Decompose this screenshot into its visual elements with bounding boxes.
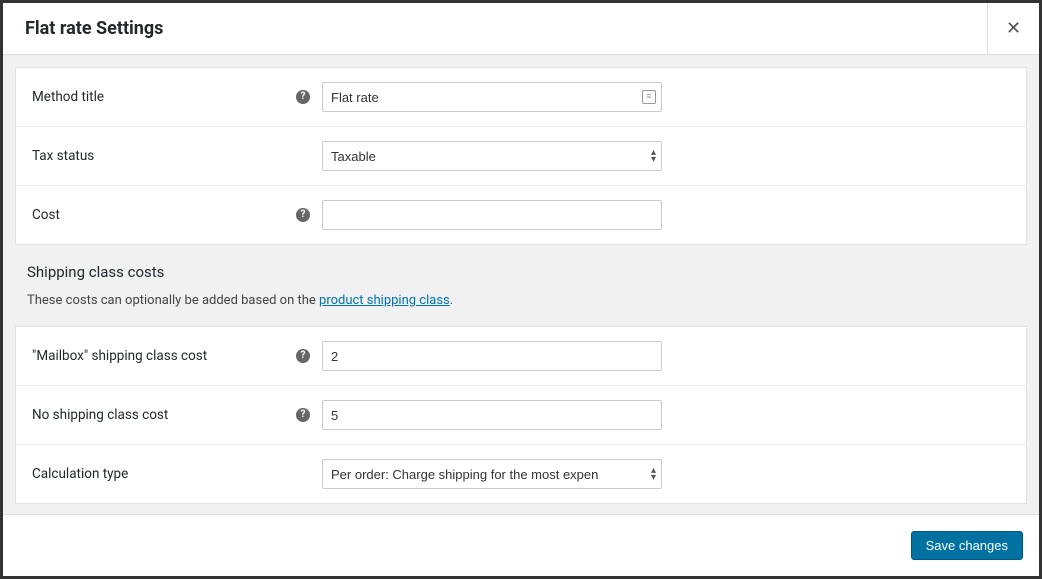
section-description: These costs can optionally be added base… (27, 293, 1015, 308)
cost-input[interactable] (322, 200, 662, 230)
section-title: Shipping class costs (27, 263, 1015, 281)
input-col (322, 341, 662, 371)
help-icon[interactable]: ? (296, 408, 310, 422)
mailbox-cost-input[interactable] (322, 341, 662, 371)
label-col: Cost ? (32, 207, 322, 223)
label-col: Tax status (32, 148, 322, 164)
close-icon: ✕ (1006, 18, 1021, 39)
product-shipping-class-link[interactable]: product shipping class (319, 293, 450, 308)
general-settings-panel: Method title ? ≡ Tax status Taxable (15, 67, 1027, 245)
help-icon[interactable]: ? (296, 208, 310, 222)
mailbox-cost-row: "Mailbox" shipping class cost ? (16, 327, 1026, 386)
tax-status-row: Tax status Taxable ▴▾ (16, 127, 1026, 186)
no-class-cost-row: No shipping class cost ? (16, 386, 1026, 445)
help-icon[interactable]: ? (296, 90, 310, 104)
mailbox-cost-label: "Mailbox" shipping class cost (32, 348, 207, 364)
label-col: Calculation type (32, 466, 322, 482)
shipping-class-panel: "Mailbox" shipping class cost ? No shipp… (15, 326, 1027, 504)
label-col: No shipping class cost ? (32, 407, 322, 423)
modal-header: Flat rate Settings ✕ (3, 3, 1039, 55)
method-title-label: Method title (32, 89, 104, 105)
input-col: Per order: Charge shipping for the most … (322, 459, 662, 489)
desc-suffix: . (450, 293, 453, 308)
cost-label: Cost (32, 207, 60, 223)
tax-status-label: Tax status (32, 148, 94, 164)
no-class-cost-input[interactable] (322, 400, 662, 430)
input-col: ≡ (322, 82, 662, 112)
modal-body: Method title ? ≡ Tax status Taxable (3, 55, 1039, 514)
settings-modal: Flat rate Settings ✕ Method title ? ≡ Ta… (0, 0, 1042, 579)
input-col: Taxable ▴▾ (322, 141, 662, 171)
input-col (322, 400, 662, 430)
modal-footer: Save changes (3, 514, 1039, 576)
select-wrapper: Per order: Charge shipping for the most … (322, 459, 662, 489)
calc-type-row: Calculation type Per order: Charge shipp… (16, 445, 1026, 503)
cost-row: Cost ? (16, 186, 1026, 244)
label-col: "Mailbox" shipping class cost ? (32, 348, 322, 364)
input-col (322, 200, 662, 230)
shipping-class-section-header: Shipping class costs These costs can opt… (15, 245, 1027, 326)
help-icon[interactable]: ? (296, 349, 310, 363)
no-class-cost-label: No shipping class cost (32, 407, 168, 423)
tax-status-select[interactable]: Taxable (322, 141, 662, 171)
calc-type-label: Calculation type (32, 466, 128, 482)
method-title-input[interactable] (322, 82, 662, 112)
method-title-row: Method title ? ≡ (16, 68, 1026, 127)
calc-type-select[interactable]: Per order: Charge shipping for the most … (322, 459, 662, 489)
close-button[interactable]: ✕ (987, 3, 1039, 55)
select-wrapper: Taxable ▴▾ (322, 141, 662, 171)
modal-title: Flat rate Settings (3, 18, 185, 39)
label-col: Method title ? (32, 89, 322, 105)
desc-prefix: These costs can optionally be added base… (27, 293, 319, 308)
save-changes-button[interactable]: Save changes (911, 531, 1023, 560)
